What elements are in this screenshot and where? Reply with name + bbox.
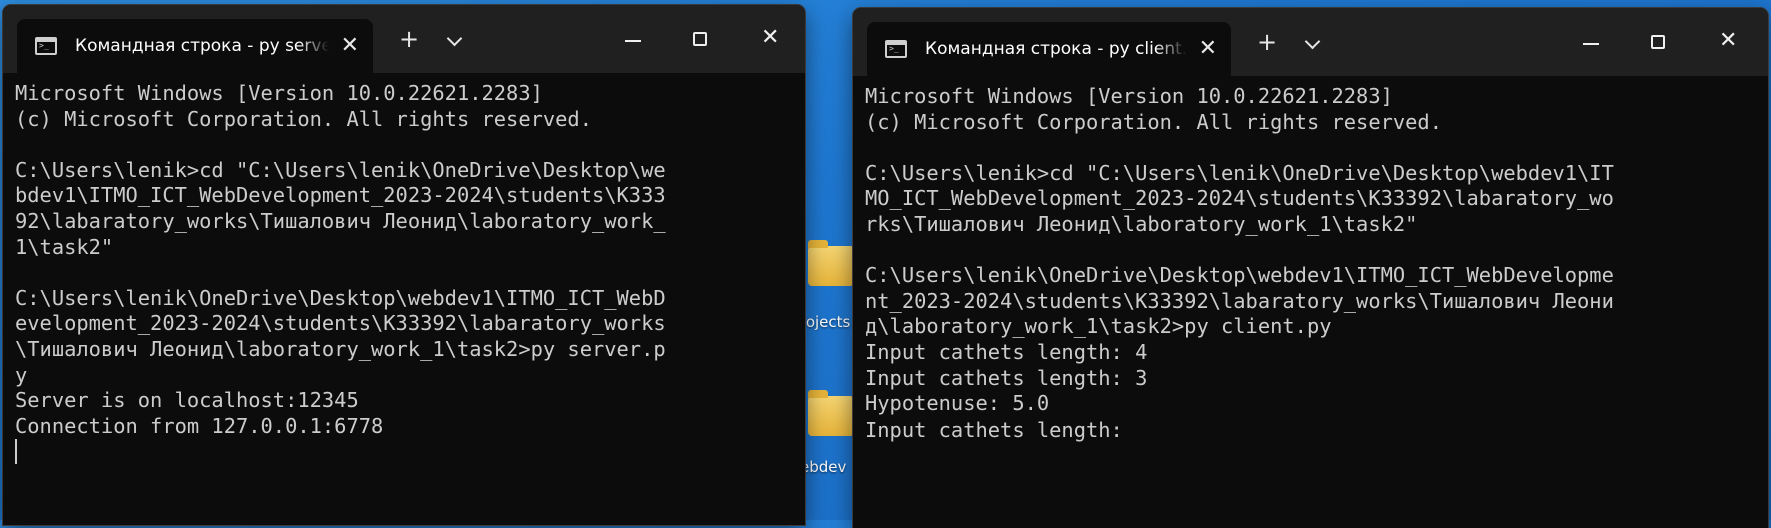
tab-title: Командная строка - py client.py bbox=[925, 39, 1187, 59]
minimize-button[interactable] bbox=[1583, 43, 1599, 45]
console-line: 92\labaratory_works\Тишалович Леонид\lab… bbox=[15, 208, 666, 233]
text-cursor bbox=[15, 439, 17, 465]
console-line: C:\Users\lenik\OneDrive\Desktop\webdev1\… bbox=[15, 285, 666, 310]
console-line: Input cathets length: 4 bbox=[865, 339, 1148, 364]
close-window-button[interactable]: ✕ bbox=[761, 27, 779, 49]
console-line: 1\task2" bbox=[15, 234, 114, 259]
console-output[interactable]: Microsoft Windows [Version 10.0.22621.22… bbox=[853, 76, 1768, 443]
new-tab-button[interactable]: + bbox=[399, 27, 419, 51]
minimize-button[interactable] bbox=[625, 40, 641, 42]
terminal-icon bbox=[35, 37, 57, 55]
title-bar[interactable]: Командная строка - py client.py ✕ + ✕ bbox=[853, 8, 1768, 76]
tab-server[interactable]: Командная строка - py server.py ✕ bbox=[17, 19, 373, 73]
console-line: Input cathets length: 3 bbox=[865, 365, 1148, 390]
console-line: C:\Users\lenik\OneDrive\Desktop\webdev1\… bbox=[865, 263, 1614, 288]
console-line: Hypotenuse: 5.0 bbox=[865, 391, 1050, 416]
console-line: Connection from 127.0.0.1:6778 bbox=[15, 413, 384, 438]
close-tab-icon[interactable]: ✕ bbox=[1199, 38, 1217, 60]
folder-icon[interactable] bbox=[808, 390, 854, 436]
terminal-window-server[interactable]: Командная строка - py server.py ✕ + ✕ Mi… bbox=[3, 5, 805, 525]
tab-client[interactable]: Командная строка - py client.py ✕ bbox=[867, 22, 1231, 76]
tab-title: Командная строка - py server.py bbox=[75, 36, 329, 56]
desktop-icon-label: ebdev bbox=[800, 458, 847, 476]
desktop-icon-label: rojects bbox=[800, 313, 851, 331]
console-line: \Тишалович Леонид\laboratory_work_1\task… bbox=[15, 336, 666, 361]
folder-icon[interactable] bbox=[808, 240, 854, 286]
console-line: Input cathets length: bbox=[865, 417, 1136, 442]
console-line: rks\Тишалович Леонид\laboratory_work_1\t… bbox=[865, 211, 1418, 236]
console-line: (c) Microsoft Corporation. All rights re… bbox=[865, 109, 1442, 134]
title-bar[interactable]: Командная строка - py server.py ✕ + ✕ bbox=[3, 5, 805, 73]
terminal-window-client[interactable]: Командная строка - py client.py ✕ + ✕ Mi… bbox=[853, 8, 1768, 528]
console-line: (c) Microsoft Corporation. All rights re… bbox=[15, 106, 592, 131]
console-line: bdev1\ITMO_ICT_WebDevelopment_2023-2024\… bbox=[15, 183, 666, 208]
console-line: evelopment_2023-2024\students\К33392\lab… bbox=[15, 311, 666, 336]
console-output[interactable]: Microsoft Windows [Version 10.0.22621.22… bbox=[3, 73, 805, 466]
terminal-icon bbox=[885, 40, 907, 58]
chevron-down-icon[interactable] bbox=[446, 30, 463, 47]
close-tab-icon[interactable]: ✕ bbox=[341, 35, 359, 57]
console-line: Microsoft Windows [Version 10.0.22621.22… bbox=[15, 81, 543, 105]
console-line: nt_2023-2024\students\К33392\labaratory_… bbox=[865, 288, 1614, 313]
console-line: д\laboratory_work_1\task2>py client.py bbox=[865, 314, 1332, 339]
close-window-button[interactable]: ✕ bbox=[1719, 30, 1737, 52]
chevron-down-icon[interactable] bbox=[1304, 33, 1321, 50]
console-line: Microsoft Windows [Version 10.0.22621.22… bbox=[865, 84, 1393, 108]
console-line: y bbox=[15, 362, 28, 387]
maximize-button[interactable] bbox=[1651, 35, 1665, 49]
console-line: C:\Users\lenik>cd "C:\Users\lenik\OneDri… bbox=[15, 157, 666, 182]
new-tab-button[interactable]: + bbox=[1257, 30, 1277, 54]
console-line: C:\Users\lenik>cd "C:\Users\lenik\OneDri… bbox=[865, 160, 1614, 185]
console-line: Server is on localhost:12345 bbox=[15, 388, 359, 413]
maximize-button[interactable] bbox=[693, 32, 707, 46]
console-line: MO_ICT_WebDevelopment_2023-2024\students… bbox=[865, 186, 1614, 211]
